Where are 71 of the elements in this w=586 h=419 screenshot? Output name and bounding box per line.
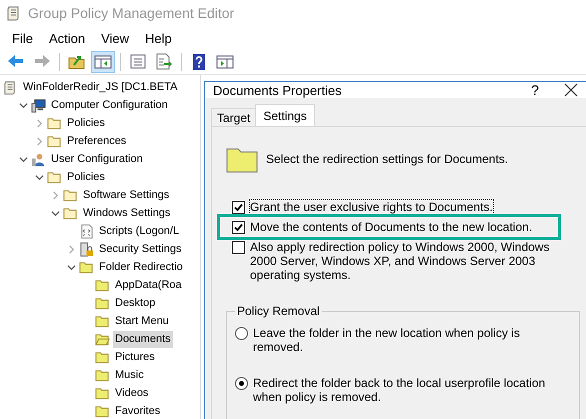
- user-icon: [31, 152, 46, 166]
- collapse-chevron-icon[interactable]: [51, 208, 60, 218]
- checkbox[interactable]: [232, 221, 245, 234]
- tree-item[interactable]: Documents: [113, 330, 173, 348]
- tree-item[interactable]: User Configuration: [49, 150, 145, 168]
- menu-item[interactable]: File: [4, 30, 41, 46]
- tree-item[interactable]: Favorites: [113, 402, 162, 419]
- tree-pane-icon: [94, 53, 112, 71]
- close-icon[interactable]: [564, 83, 578, 97]
- folder-icon: [95, 278, 110, 292]
- computer-icon: [31, 98, 46, 112]
- open-folder-icon: [95, 332, 110, 346]
- folder-icon: [47, 134, 62, 148]
- tab[interactable]: Target: [211, 108, 256, 126]
- radio-button[interactable]: [235, 377, 248, 390]
- tree-item[interactable]: Software Settings: [81, 186, 172, 204]
- checkbox[interactable]: [232, 241, 245, 254]
- properties-icon: [129, 53, 147, 71]
- lock-server-icon: [79, 242, 94, 256]
- collapse-chevron-icon[interactable]: [67, 262, 76, 272]
- tree-item[interactable]: Security Settings: [97, 240, 184, 258]
- tree-item[interactable]: AppData(Roa: [113, 276, 184, 294]
- settings-heading: Select the redirection settings for Documents.: [266, 152, 508, 166]
- action-pane-icon: [216, 53, 234, 71]
- dialog-title: Documents Properties: [213, 82, 343, 98]
- folder-icon: [95, 404, 110, 418]
- folder-icon: [79, 260, 94, 274]
- export-list-icon: [155, 53, 173, 71]
- tree-item[interactable]: Videos: [113, 384, 150, 402]
- help-button[interactable]: ?: [520, 82, 550, 98]
- checkbox-label: Grant the user exclusive rights to Documents.: [250, 200, 493, 214]
- tree-item[interactable]: Music: [113, 366, 146, 384]
- radio-label: Redirect the folder back to the local userprofile location when policy is removed.: [253, 376, 546, 404]
- folder-icon: [95, 296, 110, 310]
- folder-icon: [47, 116, 62, 130]
- group-title: Policy Removal: [235, 304, 322, 318]
- folder-icon: [47, 170, 62, 184]
- folder-up-icon: [68, 53, 86, 71]
- checkbox-label: Move the contents of Documents to the new location.: [250, 220, 532, 234]
- tree-item[interactable]: Computer Configuration: [49, 96, 170, 114]
- folder-icon: [95, 368, 110, 382]
- help-icon: [190, 53, 208, 71]
- folder-icon: [63, 188, 78, 202]
- collapse-chevron-icon[interactable]: [19, 100, 28, 110]
- collapse-chevron-icon[interactable]: [35, 172, 44, 182]
- tree-item[interactable]: Policies: [65, 114, 107, 132]
- tree-pane-button[interactable]: [91, 51, 115, 73]
- tree-item[interactable]: Preferences: [65, 132, 128, 150]
- folder-icon: [63, 206, 78, 220]
- tree-item[interactable]: Desktop: [113, 294, 158, 312]
- tab[interactable]: Settings: [255, 104, 315, 126]
- tree-item[interactable]: Scripts (Logon/L: [97, 222, 182, 240]
- tree-item[interactable]: Policies: [65, 168, 107, 186]
- script-file-icon: [79, 224, 94, 238]
- collapse-chevron-icon[interactable]: [19, 154, 28, 164]
- tree-item[interactable]: Start Menu: [113, 312, 171, 330]
- tree-item[interactable]: WinFolderRedir_JS [DC1.BETA: [21, 78, 180, 96]
- checkbox-label: Also apply redirection policy to Windows 2000, Windows 2000 Server, Windows XP, and Windows Server 2003 operating systems.: [250, 240, 550, 282]
- tree-item[interactable]: Pictures: [113, 348, 157, 366]
- folder-icon: [95, 350, 110, 364]
- tree-item[interactable]: Windows Settings: [81, 204, 172, 222]
- folder-icon: [95, 314, 110, 328]
- checkbox[interactable]: [232, 201, 245, 214]
- tree-item[interactable]: Folder Redirectio: [97, 258, 185, 276]
- window-title: Group Policy Management Editor: [28, 5, 234, 21]
- radio-label: Leave the folder in the new location when policy is removed.: [253, 326, 521, 354]
- menu-item[interactable]: Help: [137, 30, 180, 46]
- menu-item[interactable]: Action: [40, 30, 94, 46]
- menu-item[interactable]: View: [93, 30, 138, 46]
- radio-button[interactable]: [235, 327, 248, 340]
- folder-icon: [95, 386, 110, 400]
